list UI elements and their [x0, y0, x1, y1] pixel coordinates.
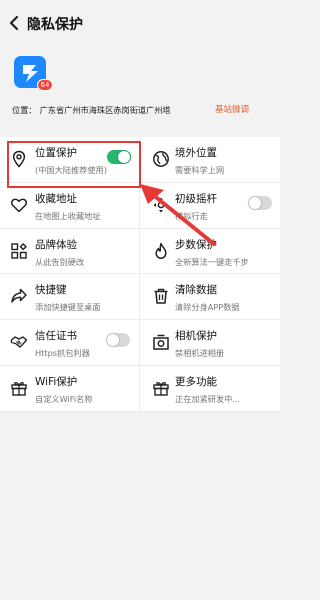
globe-icon: [153, 151, 169, 167]
app-info-card: 64 位置： 广东省广州市海珠区赤岗街道广州塔 基站微调: [0, 46, 280, 126]
feature-sub: 自定义WiFi名称: [35, 393, 93, 404]
back-chevron-icon[interactable]: [6, 12, 24, 34]
feature-trust-cert[interactable]: 信任证书 Https抓包利器: [0, 320, 140, 365]
feature-label: 清除数据: [175, 284, 217, 297]
feature-sub: 在地图上收藏地址: [35, 210, 101, 221]
feature-shortcut[interactable]: 快捷键 添加快捷键至桌面: [0, 274, 140, 320]
feature-favorite-address[interactable]: 收藏地址 在地图上收藏地址: [0, 182, 140, 228]
share-arrow-icon: [11, 289, 27, 304]
feature-more-features[interactable]: 更多功能 正在加紧研发中...: [140, 366, 280, 411]
feature-clear-data[interactable]: 清除数据 清除分身APP数据: [140, 274, 280, 319]
trust-cert-toggle[interactable]: [106, 333, 130, 348]
feature-row: 信任证书 Https抓包利器 相机保护 禁相机进相册: [0, 320, 280, 366]
app-badge: 64: [37, 79, 53, 91]
annotation-arrow-icon: [140, 184, 216, 246]
feature-overseas-location[interactable]: 境外位置 需要科学上网: [140, 137, 280, 182]
trash-icon: [154, 289, 168, 305]
feature-row: WiFi保护 自定义WiFi名称 更多功能 正在加紧研发中...: [0, 365, 280, 412]
feature-label: 收藏地址: [35, 192, 77, 205]
location-prefix: 位置：: [12, 105, 37, 115]
camera-icon: [153, 334, 169, 350]
feature-sub: 需要科学上网: [175, 165, 225, 175]
feature-sub: 全新算法一键走千步: [175, 256, 249, 267]
highlight-box: [7, 141, 141, 188]
feature-sub: 禁相机进相册: [175, 348, 225, 359]
feature-sub: 正在加紧研发中...: [175, 393, 241, 404]
feature-label: WiFi保护: [35, 375, 78, 388]
feature-label: 信任证书: [35, 330, 77, 343]
page-title: 隐私保护: [27, 17, 83, 33]
header-bar: 隐私保护: [0, 0, 280, 46]
feature-sub: Https抓包利器: [35, 348, 90, 359]
feature-camera-protect[interactable]: 相机保护 禁相机进相册: [140, 320, 280, 365]
feature-label: 品牌体验: [35, 238, 77, 251]
location-value: 广东省广州市海珠区赤岗街道广州塔: [39, 105, 171, 115]
fine-tune-link[interactable]: 基站微调: [215, 103, 249, 115]
feature-sub: 添加快捷键至桌面: [35, 302, 101, 313]
location-label: 位置： 广东省广州市海珠区赤岗街道广州塔: [12, 104, 171, 116]
feature-wifi-protect[interactable]: WiFi保护 自定义WiFi名称: [0, 365, 140, 411]
feature-brand-experience[interactable]: 品牌体验 从此告别硬改: [0, 228, 140, 274]
joystick-toggle[interactable]: [248, 195, 272, 210]
feature-sub: 清除分身APP数据: [175, 302, 240, 313]
feature-label: 快捷键: [35, 284, 67, 297]
feature-sub: 从此告别硬改: [35, 256, 85, 267]
handshake-icon: [10, 336, 28, 348]
gift-icon: [11, 381, 27, 396]
feature-row: 快捷键 添加快捷键至桌面 清除数据 清除分身APP数据: [0, 274, 280, 321]
feature-label: 相机保护: [175, 330, 217, 343]
feature-label: 境外位置: [175, 147, 217, 159]
blocks-icon: [11, 242, 28, 259]
heart-icon: [11, 198, 27, 213]
feature-label: 更多功能: [175, 375, 217, 388]
gift-icon: [153, 381, 169, 396]
